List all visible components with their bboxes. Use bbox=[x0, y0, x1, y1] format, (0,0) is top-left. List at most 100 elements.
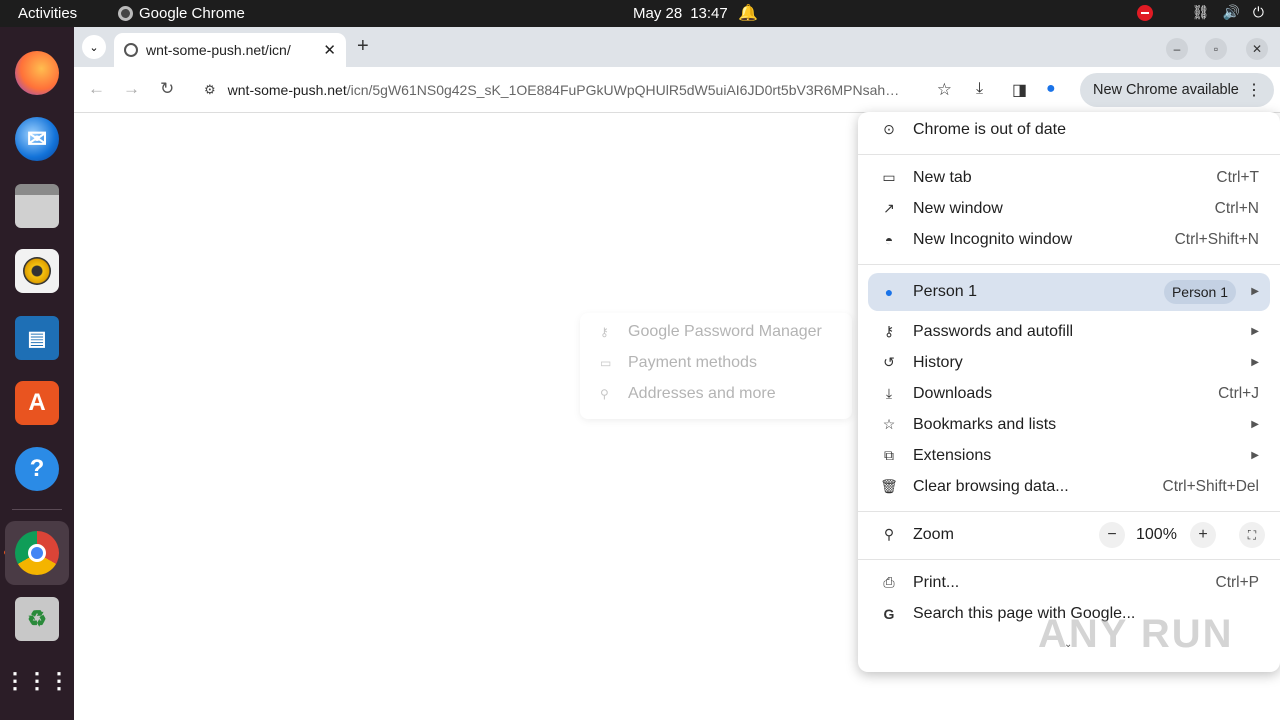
profile-avatar-icon[interactable]: ● bbox=[1046, 80, 1056, 98]
download-icon[interactable]: ⤓ bbox=[976, 80, 983, 98]
chrome-main-menu: ⊙ Chrome is out of date ▭ New tab Ctrl+T… bbox=[858, 112, 1280, 672]
zoom-icon: ⚲ bbox=[883, 526, 895, 542]
dock-app-center[interactable]: A bbox=[13, 379, 61, 427]
menu-print[interactable]: ⎙ Print... Ctrl+P bbox=[858, 567, 1280, 598]
menu-downloads-label: Downloads bbox=[913, 384, 993, 402]
reload-icon[interactable]: ↻ bbox=[160, 79, 174, 99]
url-path: /icn/5gW61NS0g42S_sK_1OE884FuPGkUWpQHUlR… bbox=[346, 82, 907, 98]
site-info-icon[interactable]: ⚙ bbox=[204, 82, 216, 98]
zoom-value: 100% bbox=[1136, 526, 1177, 543]
address-bar[interactable]: ⚙ wnt-some-push.net /icn/5gW61NS0g42S_sK… bbox=[192, 73, 962, 107]
dock-chrome[interactable] bbox=[5, 521, 69, 585]
menu-zoom: ⚲ Zoom bbox=[858, 519, 1280, 550]
menu-passwords-autofill[interactable]: ⚷ Passwords and autofill ▶ bbox=[858, 316, 1280, 347]
chrome-icon bbox=[15, 531, 59, 575]
do-not-disturb-icon bbox=[1136, 4, 1153, 21]
site-globe-icon bbox=[124, 43, 138, 57]
dock-help[interactable]: ? bbox=[13, 445, 61, 493]
chevron-right-icon: ▶ bbox=[1251, 357, 1259, 368]
fullscreen-icon[interactable]: ⛶ bbox=[1239, 522, 1265, 548]
menu-new-tab-shortcut: Ctrl+T bbox=[1216, 168, 1259, 186]
menu-bookmarks[interactable]: ☆ Bookmarks and lists ▶ bbox=[858, 409, 1280, 440]
tab-close-icon[interactable]: ✕ bbox=[323, 41, 336, 59]
new-tab-button[interactable]: + bbox=[357, 35, 369, 58]
show-apps-icon: ⋮⋮⋮ bbox=[4, 668, 70, 693]
notification-bell-icon[interactable]: 🔔 bbox=[738, 3, 758, 23]
key-icon: ⚷ bbox=[600, 325, 609, 339]
activities-button[interactable]: Activities bbox=[18, 5, 77, 22]
close-window-button[interactable]: ✕ bbox=[1246, 38, 1268, 60]
trash-bin-icon: 🗑 bbox=[880, 478, 898, 494]
dock-show-apps[interactable]: ⋮⋮⋮ bbox=[4, 657, 70, 705]
new-window-icon: ↗ bbox=[883, 200, 895, 216]
menu-history-label: History bbox=[913, 353, 963, 371]
menu-divider bbox=[858, 154, 1280, 155]
system-tray[interactable]: ⛓ 🔊 ⏻ bbox=[1136, 4, 1264, 21]
menu-history[interactable]: ↺ History ▶ bbox=[858, 347, 1280, 378]
volume-icon: 🔊 bbox=[1222, 4, 1240, 20]
dock-thunderbird[interactable]: ✉ bbox=[13, 115, 61, 163]
dock-writer[interactable]: ▤ bbox=[13, 314, 61, 362]
help-icon: ? bbox=[15, 447, 59, 491]
clock[interactable]: May 28 13:47 bbox=[633, 5, 728, 22]
maximize-button[interactable]: ▫ bbox=[1205, 38, 1227, 60]
tab-search-button[interactable]: ⌄ bbox=[82, 35, 106, 59]
menu-new-tab[interactable]: ▭ New tab Ctrl+T bbox=[858, 162, 1280, 193]
menu-new-window-shortcut: Ctrl+N bbox=[1214, 199, 1259, 217]
update-circle-icon: ⊙ bbox=[883, 121, 895, 137]
submenu-password-manager[interactable]: ⚷ Google Password Manager bbox=[600, 323, 822, 341]
app-center-icon: A bbox=[15, 381, 59, 425]
dock-trash[interactable]: ♻ bbox=[13, 595, 61, 643]
bookmark-star-icon[interactable]: ☆ bbox=[937, 80, 952, 100]
menu-new-window-label: New window bbox=[913, 199, 1003, 217]
tab-active[interactable]: wnt-some-push.net/icn/ ✕ bbox=[114, 33, 346, 67]
new-tab-icon: ▭ bbox=[882, 169, 896, 185]
menu-divider bbox=[858, 559, 1280, 560]
menu-extensions[interactable]: ⧉ Extensions ▶ bbox=[858, 440, 1280, 471]
app-menu[interactable]: Google Chrome bbox=[118, 5, 245, 22]
minimize-button[interactable]: – bbox=[1166, 38, 1188, 60]
menu-profile[interactable]: ● Person 1 ▶ bbox=[858, 276, 1280, 307]
forward-icon[interactable]: → bbox=[123, 79, 140, 99]
chevron-right-icon: ▶ bbox=[1251, 326, 1259, 337]
zoom-out-button[interactable]: − bbox=[1099, 522, 1125, 548]
history-icon: ↺ bbox=[883, 354, 895, 370]
menu-clear-browsing-data[interactable]: 🗑 Clear browsing data... Ctrl+Shift+Del bbox=[858, 471, 1280, 502]
menu-new-window[interactable]: ↗ New window Ctrl+N bbox=[858, 193, 1280, 224]
libreoffice-writer-icon: ▤ bbox=[15, 316, 59, 360]
dock-firefox[interactable] bbox=[13, 49, 61, 97]
menu-out-of-date[interactable]: ⊙ Chrome is out of date bbox=[858, 114, 1280, 145]
submenu-addresses[interactable]: ⚲ Addresses and more bbox=[600, 385, 776, 403]
menu-downloads[interactable]: ⤓ Downloads Ctrl+J bbox=[858, 378, 1280, 409]
menu-incognito[interactable]: ◓ New Incognito window Ctrl+Shift+N bbox=[858, 224, 1280, 255]
kebab-menu-icon: ⋮ bbox=[1246, 82, 1262, 99]
power-icon: ⏻ bbox=[1252, 4, 1264, 20]
network-icon: ⛓ bbox=[1191, 4, 1210, 20]
menu-print-shortcut: Ctrl+P bbox=[1215, 573, 1260, 591]
menu-profile-label: Person 1 bbox=[913, 282, 978, 300]
url-host: wnt-some-push.net bbox=[227, 82, 347, 98]
zoom-in-button[interactable]: + bbox=[1190, 522, 1216, 548]
time-label: 13:47 bbox=[690, 5, 728, 22]
tab-strip: ⌄ wnt-some-push.net/icn/ ✕ + – ▫ ✕ bbox=[74, 27, 1280, 67]
dock-files[interactable] bbox=[13, 182, 61, 230]
location-pin-icon: ⚲ bbox=[600, 387, 609, 401]
firefox-icon bbox=[15, 51, 59, 95]
thunderbird-icon: ✉ bbox=[15, 117, 59, 161]
menu-clear-shortcut: Ctrl+Shift+Del bbox=[1162, 477, 1259, 495]
star-icon: ☆ bbox=[882, 416, 896, 432]
side-panel-icon[interactable]: ◨ bbox=[1012, 80, 1027, 100]
menu-print-label: Print... bbox=[913, 573, 960, 591]
menu-new-tab-label: New tab bbox=[913, 168, 972, 186]
submenu-password-manager-label: Google Password Manager bbox=[628, 323, 822, 340]
autofill-submenu: ⚷ Google Password Manager ▭ Payment meth… bbox=[580, 313, 852, 419]
back-icon[interactable]: ← bbox=[88, 79, 105, 99]
date-label: May 28 bbox=[633, 5, 683, 22]
new-chrome-available-button[interactable]: New Chrome available ⋮ bbox=[1080, 73, 1274, 107]
files-icon bbox=[15, 184, 59, 228]
dock-rhythmbox[interactable] bbox=[13, 247, 61, 295]
card-icon: ▭ bbox=[600, 356, 612, 370]
dock: ✉ ▤ A ? ♻ ⋮⋮⋮ bbox=[0, 27, 74, 720]
submenu-payment-methods[interactable]: ▭ Payment methods bbox=[600, 354, 757, 372]
submenu-payment-methods-label: Payment methods bbox=[628, 354, 757, 371]
